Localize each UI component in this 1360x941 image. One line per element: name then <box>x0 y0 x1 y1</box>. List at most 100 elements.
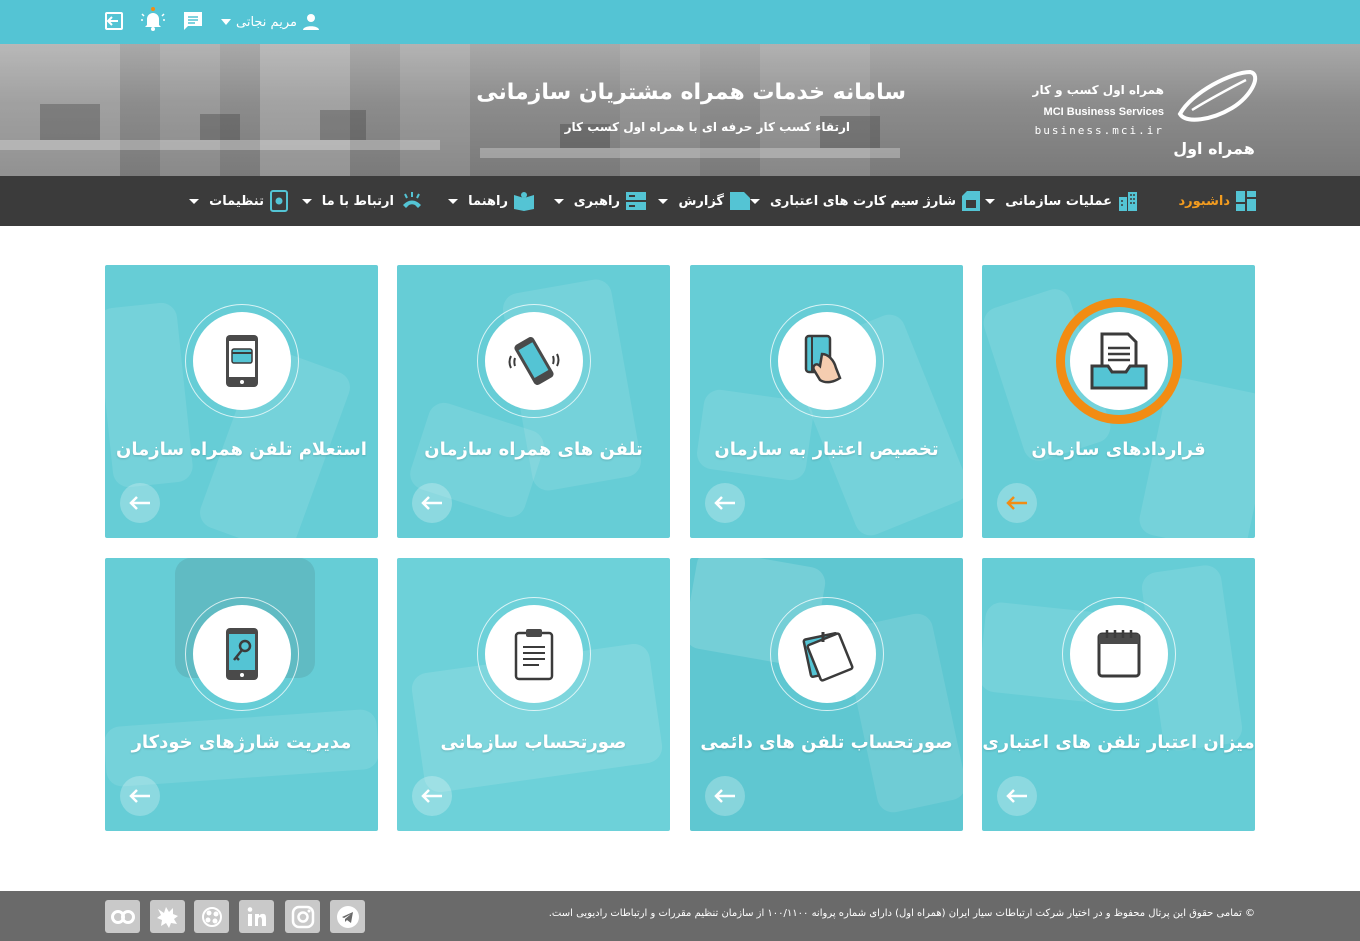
aparat-link[interactable] <box>194 900 229 933</box>
card-title: قراردادهای سازمان <box>1031 439 1206 460</box>
page-title: سامانه خدمات همراه مشتریان سازمانی <box>476 80 906 105</box>
card-title: تلفن های همراه سازمان <box>424 439 643 460</box>
card-title: استعلام تلفن همراه سازمان <box>116 439 367 460</box>
logo-text: همراه اول <box>1173 139 1255 158</box>
sim-card-icon <box>962 191 980 211</box>
credit-card-hand-icon <box>804 334 842 384</box>
linkedin-link[interactable] <box>239 900 274 933</box>
page-subtitle: ارتقاء کسب کار حرفه ای با همراه اول کسب … <box>564 120 850 134</box>
nav-organizational-operations[interactable]: عملیات سازمانی <box>985 176 1138 226</box>
nav-label: راهبری <box>573 193 620 209</box>
brand-url: business.mci.ir <box>1034 124 1164 137</box>
card-arrow-button[interactable] <box>412 776 452 816</box>
card-postpaid-bills[interactable]: صورتحساب تلفن های دائمی <box>690 558 963 831</box>
brand-name-en: MCI Business Services <box>1043 106 1164 118</box>
nav-label: راهنما <box>468 193 508 209</box>
arrow-left-icon <box>714 496 735 510</box>
card-arrow-button[interactable] <box>997 776 1037 816</box>
chevron-down-icon <box>749 198 760 204</box>
card-arrow-button[interactable] <box>120 776 160 816</box>
chevron-down-icon <box>658 198 669 204</box>
arrow-left-icon <box>1006 789 1027 803</box>
arrow-left-icon <box>129 496 150 510</box>
top-bar: مریم نجاتی <box>0 0 1360 44</box>
telegram-icon <box>336 905 359 928</box>
nav-label: گزارش <box>678 193 724 209</box>
chevron-down-icon <box>553 198 564 204</box>
nav-prepaid-charge[interactable]: شارژ سیم کارت های اعتباری <box>749 176 980 226</box>
mci-logo[interactable]: همراه اول <box>1172 62 1258 158</box>
card-title: صورتحساب تلفن های دائمی <box>700 732 953 753</box>
chevron-down-icon <box>448 198 459 204</box>
cloob-link[interactable] <box>105 900 140 933</box>
card-credit-allocation[interactable]: تخصیص اعتبار به سازمان <box>690 265 963 538</box>
arrow-left-icon <box>1006 496 1027 510</box>
nav-label: شارژ سیم کارت های اعتباری <box>769 193 956 209</box>
user-name: مریم نجاتی <box>236 14 297 30</box>
contact-phone-icon <box>403 192 421 208</box>
copyright-text: © تمامی حقوق این پرتال محفوظ و در اختیار… <box>548 908 1255 919</box>
vibrating-phone-icon <box>508 337 560 385</box>
footer: © تمامی حقوق این پرتال محفوظ و در اختیار… <box>0 891 1360 941</box>
brand-name: همراه اول کسب و کار <box>1032 83 1164 97</box>
nav-label: عملیات سازمانی <box>1005 193 1112 209</box>
nav-label: داشبورد <box>1178 193 1230 209</box>
arrow-left-icon <box>714 789 735 803</box>
instagram-link[interactable] <box>285 900 320 933</box>
card-title: میزان اعتبار تلفن های اعتباری <box>982 732 1255 753</box>
calendar-icon <box>1097 630 1141 678</box>
guide-book-icon <box>514 192 534 211</box>
twitter-link[interactable] <box>150 900 185 933</box>
phone-inquiry-icon <box>226 335 258 387</box>
arrow-left-icon <box>421 496 442 510</box>
card-arrow-button[interactable] <box>997 483 1037 523</box>
card-organization-bill[interactable]: صورتحساب سازمانی <box>397 558 670 831</box>
card-arrow-button[interactable] <box>705 776 745 816</box>
card-organization-contracts[interactable]: قراردادهای سازمان <box>982 265 1255 538</box>
card-title: تخصیص اعتبار به سازمان <box>714 439 939 460</box>
user-menu[interactable]: مریم نجاتی <box>221 11 320 33</box>
chevron-down-icon <box>221 19 231 25</box>
nav-label: ارتباط با ما <box>321 193 394 209</box>
notification-bell-icon[interactable] <box>141 6 165 34</box>
arrow-left-icon <box>129 789 150 803</box>
nav-administration[interactable]: راهبری <box>553 176 646 226</box>
contracts-inbox-icon <box>1090 332 1148 390</box>
user-icon <box>302 14 319 30</box>
building-icon <box>1119 192 1137 211</box>
sticky-note-icon <box>802 632 854 682</box>
chevron-down-icon <box>301 198 312 204</box>
main-navigation: داشبورد عملیات سازمانی شارژ سیم کارت های… <box>0 176 1360 226</box>
logout-icon[interactable] <box>102 9 126 33</box>
nav-dashboard[interactable]: داشبورد <box>1178 176 1256 226</box>
server-icon <box>626 192 646 210</box>
instagram-icon <box>291 905 314 928</box>
card-title: صورتحساب سازمانی <box>440 732 627 753</box>
report-icon <box>730 192 750 210</box>
nav-report[interactable]: گزارش <box>658 176 750 226</box>
cloob-icon <box>110 909 135 924</box>
twitter-bird-icon <box>156 906 178 928</box>
card-arrow-button[interactable] <box>412 483 452 523</box>
nav-label: تنظیمات <box>209 193 264 209</box>
card-mobile-inquiry[interactable]: استعلام تلفن همراه سازمان <box>105 265 378 538</box>
clipboard-icon <box>514 629 554 681</box>
card-arrow-button[interactable] <box>120 483 160 523</box>
card-arrow-button[interactable] <box>705 483 745 523</box>
card-auto-charge-management[interactable]: مدیریت شارژهای خودکار <box>105 558 378 831</box>
arrow-left-icon <box>421 789 442 803</box>
linkedin-icon <box>247 906 266 926</box>
nav-contact-us[interactable]: ارتباط با ما <box>301 176 424 226</box>
card-prepaid-credit-balance[interactable]: میزان اعتبار تلفن های اعتباری <box>982 558 1255 831</box>
card-organization-mobiles[interactable]: تلفن های همراه سازمان <box>397 265 670 538</box>
nav-settings[interactable]: تنظیمات <box>189 176 288 226</box>
messages-icon[interactable] <box>181 9 205 33</box>
telegram-link[interactable] <box>330 900 365 933</box>
dashboard-icon <box>1236 191 1256 211</box>
card-title: مدیریت شارژهای خودکار <box>131 732 352 753</box>
chevron-down-icon <box>189 198 200 204</box>
settings-device-icon <box>270 190 288 212</box>
nav-guide[interactable]: راهنما <box>448 176 534 226</box>
aparat-icon <box>201 906 222 927</box>
chevron-down-icon <box>985 198 996 204</box>
